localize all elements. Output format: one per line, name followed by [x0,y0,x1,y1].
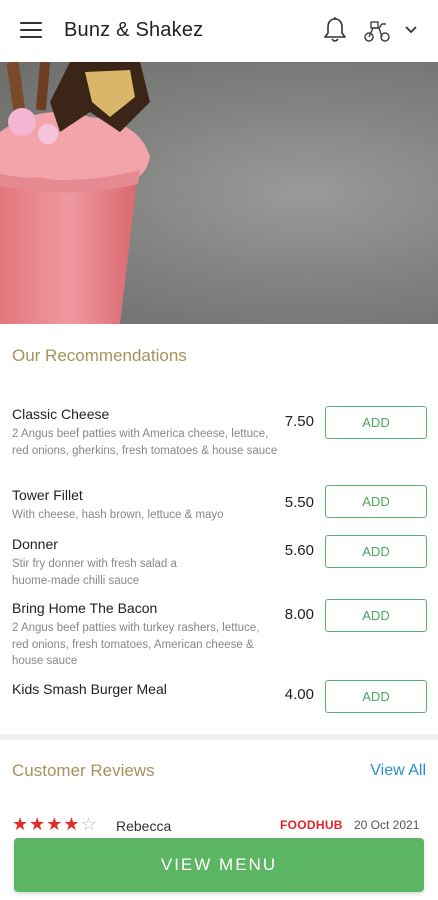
recommendations-heading: Our Recommendations [12,346,187,365]
item-name: Donner [12,536,58,552]
add-button[interactable]: ADD [325,599,427,632]
item-name: Kids Smash Burger Meal [12,681,167,697]
star-filled-icon: ★ [12,814,30,834]
star-empty-icon: ☆ [80,814,98,834]
star-filled-icon: ★ [29,814,47,834]
item-description: 2 Angus beef patties with turkey rashers… [12,622,260,667]
view-menu-button[interactable]: VIEW MENU [14,838,424,892]
item-price: 5.50 [284,494,314,511]
hero-image [0,62,438,324]
item-name: Classic Cheese [12,406,110,422]
review-source-logo: FOODHUB [280,818,343,832]
add-button[interactable]: ADD [325,535,427,568]
restaurant-title: Bunz & Shakez [64,19,204,41]
item-name: Tower Fillet [12,487,83,503]
star-filled-icon: ★ [46,814,64,834]
item-price: 4.00 [284,686,314,703]
star-rating: ★★★★☆ [12,814,98,835]
top-app-bar: Bunz & Shakez [0,0,438,62]
item-description: 2 Angus beef patties with America cheese… [12,428,278,457]
item-price: 5.60 [284,542,314,559]
reviewer-name: Rebecca [116,818,172,834]
view-all-reviews-link[interactable]: View All [370,762,426,780]
item-price: 8.00 [284,606,314,623]
chevron-down-icon[interactable] [403,22,419,38]
delivery-scooter-icon[interactable] [362,18,392,44]
reviews-heading: Customer Reviews [12,761,155,780]
item-name: Bring Home The Bacon [12,600,158,616]
section-divider [0,734,438,740]
menu-icon[interactable] [20,22,42,40]
star-filled-icon: ★ [63,814,81,834]
review-date: 20 Oct 2021 [354,818,420,832]
add-button[interactable]: ADD [325,680,427,713]
add-button[interactable]: ADD [325,485,427,518]
item-description: With cheese, hash brown, lettuce & mayo [12,509,224,521]
item-price: 7.50 [284,413,314,430]
bell-icon[interactable] [322,16,348,44]
item-description: Stir fry donner with fresh salad a huome… [12,558,177,587]
add-button[interactable]: ADD [325,406,427,439]
